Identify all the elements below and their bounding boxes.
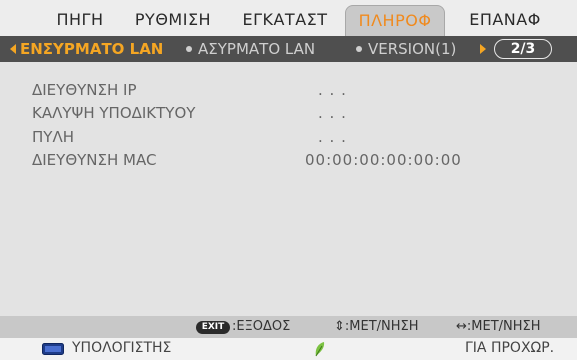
separator-dot-icon <box>356 46 362 52</box>
subnet-mask-label: ΚΑΛΥΨΗ ΥΠΟΔΙΚΤΥΟΥ <box>32 104 196 122</box>
ip-address-label: ΔΙΕΥΘΥΝΣΗ IP <box>32 81 137 99</box>
gateway-value: . . . <box>318 128 347 146</box>
menu-mode-label: ΓΙΑ ΠΡΟΧΩΡ. <box>465 340 555 356</box>
mac-address-label: ΔΙΕΥΘΥΝΣΗ MAC <box>32 151 157 169</box>
monitor-icon <box>42 343 64 355</box>
lr-hint: ↔:ΜΕΤ/ΝΗΣΗ <box>456 319 541 334</box>
tab-reset[interactable]: ΕΠΑΝΑΦ <box>450 6 560 34</box>
tab-adjust[interactable]: ΡΥΘΜΙΣΗ <box>118 6 228 34</box>
ip-address-value: . . . <box>318 81 347 99</box>
mac-address-value: 00:00:00:00:00:00 <box>305 151 462 169</box>
page-indicator: 2/3 <box>494 39 552 59</box>
separator-dot-icon <box>186 46 192 52</box>
tab-setup[interactable]: ΕΓΚΑΤΑΣΤ <box>230 6 340 34</box>
subnet-mask-value: . . . <box>318 104 347 122</box>
leaf-icon <box>315 342 325 357</box>
subtab-version[interactable]: VERSION(1) <box>368 36 456 62</box>
tab-info[interactable]: ΠΛΗΡΟΦ <box>345 5 445 36</box>
subtab-wired-lan[interactable]: ΕΝΣΥΡΜΑΤΟ LAN <box>20 36 163 62</box>
gateway-label: ΠΥΛΗ <box>32 128 74 146</box>
move-hint: ⇕:ΜΕΤ/ΝΗΣΗ <box>334 319 419 334</box>
exit-button-icon: EXIT <box>196 321 230 334</box>
input-source-label: ΥΠΟΛΟΓΙΣΤΗΣ <box>72 340 172 356</box>
subtab-wireless-lan[interactable]: ΑΣΥΡΜΑΤΟ LAN <box>198 36 315 62</box>
exit-hint: :ΕΞΟΔΟΣ <box>232 319 291 334</box>
help-bar: EXIT :ΕΞΟΔΟΣ ⇕:ΜΕΤ/ΝΗΣΗ ↔:ΜΕΤ/ΝΗΣΗ <box>0 316 577 338</box>
arrow-left-icon[interactable] <box>10 44 16 54</box>
arrow-right-icon[interactable] <box>480 44 486 54</box>
info-panel: ΔΙΕΥΘΥΝΣΗ IP . . . ΚΑΛΥΨΗ ΥΠΟΔΙΚΤΥΟΥ . .… <box>0 62 577 316</box>
subtab-bar: ΕΝΣΥΡΜΑΤΟ LAN ΑΣΥΡΜΑΤΟ LAN VERSION(1) 2/… <box>0 36 577 62</box>
tab-source[interactable]: ΠΗΓΗ <box>48 6 112 34</box>
main-tab-bar: ΠΗΓΗ ΡΥΘΜΙΣΗ ΕΓΚΑΤΑΣΤ ΠΛΗΡΟΦ ΕΠΑΝΑΦ <box>0 0 577 36</box>
projector-osd: ΠΗΓΗ ΡΥΘΜΙΣΗ ΕΓΚΑΤΑΣΤ ΠΛΗΡΟΦ ΕΠΑΝΑΦ ΕΝΣΥ… <box>0 0 577 360</box>
